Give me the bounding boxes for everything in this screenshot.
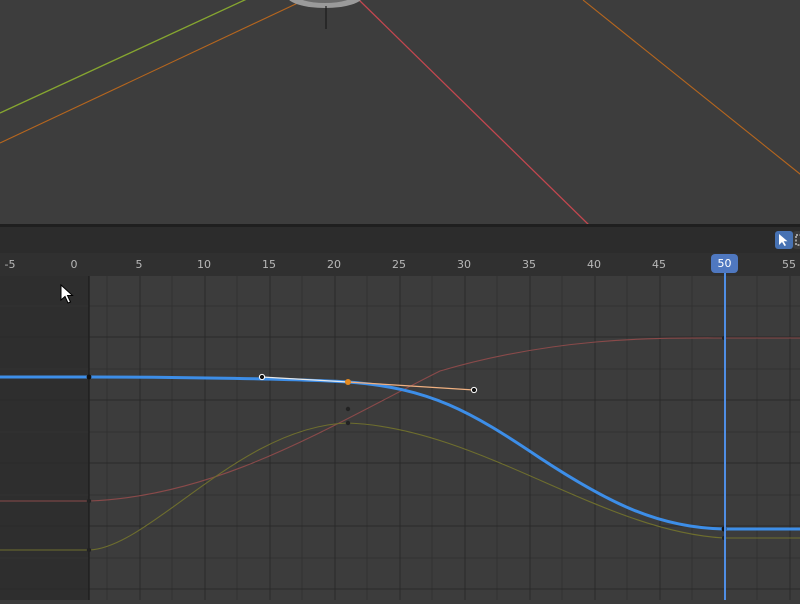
keyframe-point[interactable] [345, 406, 351, 412]
ruler-label: 0 [70, 258, 78, 271]
ruler-label: 20 [327, 258, 341, 271]
pre-range-region [0, 276, 89, 600]
helper-line-right [582, 0, 800, 175]
frame-ruler[interactable]: -5 0 5 10 15 20 25 30 35 40 45 55 [0, 253, 800, 276]
selected-keyframe[interactable] [345, 379, 351, 385]
frame-select-icon [795, 234, 800, 246]
ruler-label: 10 [197, 258, 211, 271]
ruler-label: 5 [135, 258, 143, 271]
mouse-cursor-icon [60, 284, 74, 304]
keyframe-point[interactable] [86, 547, 92, 553]
handle-left-point[interactable] [258, 373, 266, 381]
ruler-label: 55 [782, 258, 796, 271]
keyframe-point[interactable] [345, 420, 351, 426]
helper-line-left [0, 1, 301, 144]
ruler-label: 25 [392, 258, 406, 271]
graph-editor-canvas[interactable] [0, 276, 800, 600]
ruler-label: 45 [652, 258, 666, 271]
curve-canvas [0, 276, 800, 600]
x-axis-line [358, 0, 589, 224]
select-tool-button[interactable] [775, 231, 793, 249]
playhead-line[interactable] [724, 273, 726, 600]
ruler-label: 30 [457, 258, 471, 271]
keyframe-point[interactable] [86, 498, 92, 504]
ruler-label: 35 [522, 258, 536, 271]
object-mesh[interactable] [287, 0, 363, 29]
ruler-label: 40 [587, 258, 601, 271]
y-axis-line [0, 0, 247, 114]
graph-editor-header [0, 227, 800, 253]
ruler-label: -5 [4, 258, 16, 271]
ruler-label: 15 [262, 258, 276, 271]
select-cursor-icon [779, 234, 788, 246]
current-frame-indicator[interactable]: 50 [711, 254, 738, 273]
3d-viewport[interactable] [0, 0, 800, 224]
viewport-scene [0, 0, 800, 224]
keyframe-point[interactable] [86, 374, 92, 380]
handle-right-point[interactable] [470, 386, 478, 394]
frame-tool-button[interactable] [793, 231, 800, 249]
